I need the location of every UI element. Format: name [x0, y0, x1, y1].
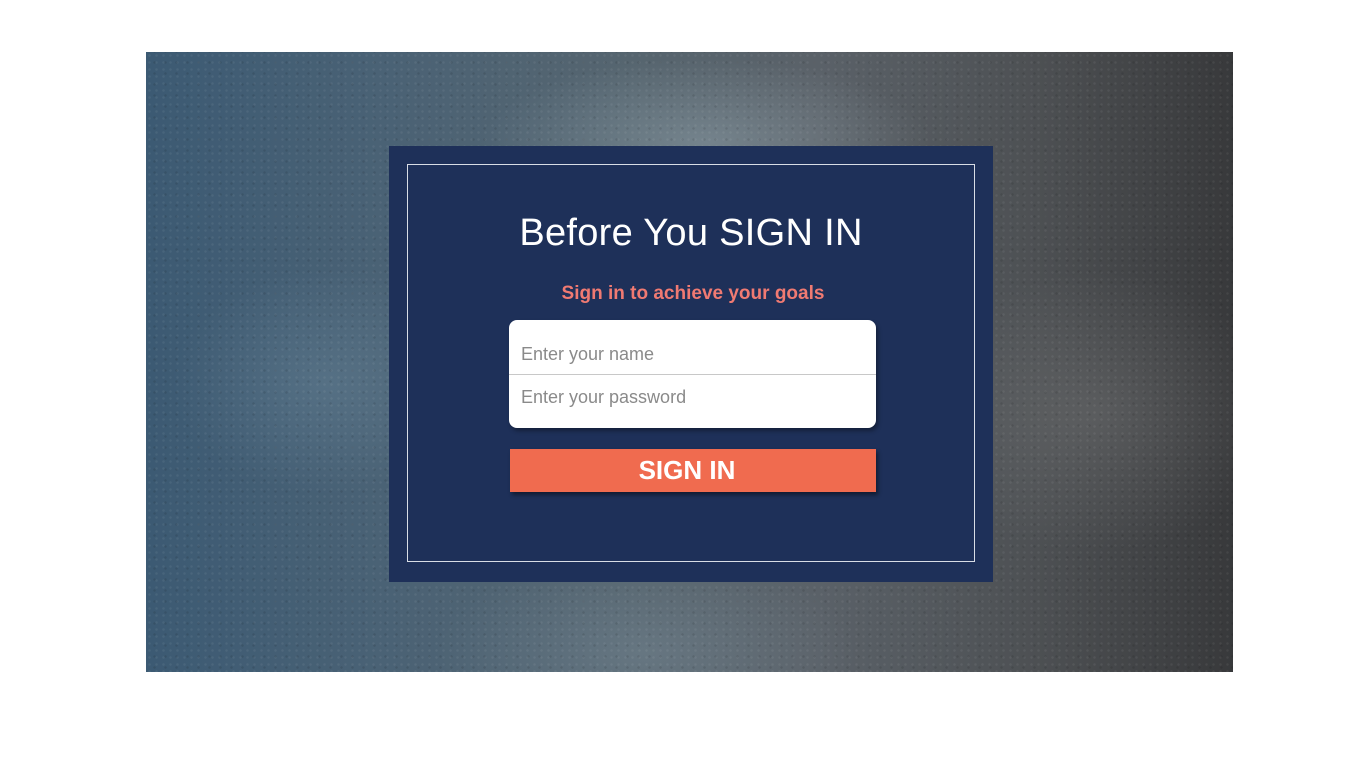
- credentials-group: [509, 320, 876, 428]
- password-input[interactable]: [509, 375, 876, 427]
- sign-in-button[interactable]: SIGN IN: [510, 449, 876, 492]
- login-subtitle: Sign in to achieve your goals: [561, 283, 825, 304]
- name-input[interactable]: [509, 320, 876, 375]
- login-title: Before You SIGN IN: [519, 212, 863, 254]
- login-card: Before You SIGN IN Sign in to achieve yo…: [389, 146, 993, 582]
